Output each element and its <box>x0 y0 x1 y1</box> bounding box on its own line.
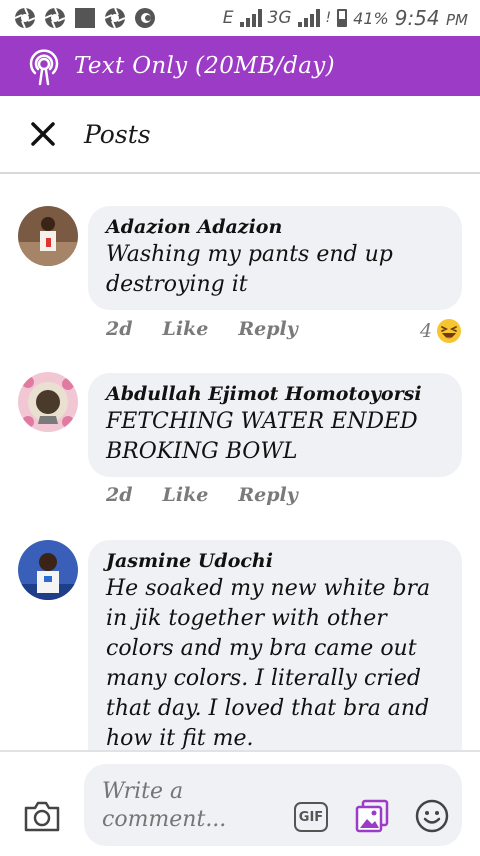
battery-percent: 41% <box>353 8 389 28</box>
comment-input-box[interactable]: GIF <box>84 764 462 846</box>
comment-text: FETCHING WATER ENDED BROKING BOWL <box>106 409 418 464</box>
signal-icon <box>239 9 262 27</box>
clock-ampm: PM <box>446 11 468 29</box>
signal-icon <box>297 9 320 27</box>
camera-icon[interactable] <box>22 798 62 834</box>
smiley-icon[interactable] <box>414 798 450 834</box>
comment-input[interactable] <box>102 778 282 838</box>
comment-actions: 2d Like Reply <box>106 484 298 506</box>
comment-bubble[interactable]: Adazion Adazion Washing my pants end up … <box>88 206 462 310</box>
status-bar: E 3G ! 41% 9:54 PM <box>0 0 480 36</box>
comment-author[interactable]: Jasmine Udochi <box>106 548 444 574</box>
avatar[interactable] <box>18 372 78 432</box>
app-c-icon <box>135 8 155 28</box>
aperture-icon <box>104 7 126 29</box>
posts-header: Posts <box>0 96 480 174</box>
avatar[interactable] <box>18 206 78 266</box>
gif-button[interactable]: GIF <box>294 802 328 832</box>
comment-time: 2d <box>106 484 133 506</box>
broadcast-icon <box>29 49 59 86</box>
clock-time: 9:54 <box>394 6 440 30</box>
reaction-summary[interactable]: 4 <box>420 318 462 344</box>
status-right: E 3G ! 41% 9:54 PM <box>223 6 480 30</box>
aperture-icon <box>44 7 66 29</box>
like-button[interactable]: Like <box>163 484 209 506</box>
data-activity-icon: ! <box>325 10 332 26</box>
comments-list[interactable]: Adazion Adazion Washing my pants end up … <box>0 174 480 750</box>
text-only-banner[interactable]: Text Only (20MB/day) <box>0 36 480 96</box>
comment-composer: GIF <box>0 750 480 856</box>
avatar[interactable] <box>18 540 78 600</box>
comment-text: Washing my pants end up destroying it <box>106 242 393 297</box>
comment-bubble[interactable]: Jasmine Udochi He soaked my new white br… <box>88 540 462 750</box>
comment-author[interactable]: Abdullah Ejimot Homotoyorsi <box>106 381 444 407</box>
network-type-2: 3G <box>267 8 292 28</box>
banner-label: Text Only (20MB/day) <box>74 53 335 79</box>
page-title: Posts <box>84 119 151 149</box>
photo-icon[interactable] <box>354 798 390 834</box>
square-icon <box>75 8 95 28</box>
comment-bubble[interactable]: Abdullah Ejimot Homotoyorsi FETCHING WAT… <box>88 373 462 477</box>
aperture-icon <box>14 7 36 29</box>
network-type: E <box>222 8 234 28</box>
reply-button[interactable]: Reply <box>238 484 297 506</box>
comment-time: 2d <box>106 318 133 340</box>
close-icon[interactable] <box>28 119 58 149</box>
comment-actions: 2d Like Reply <box>106 318 298 340</box>
reply-button[interactable]: Reply <box>238 318 297 340</box>
reaction-count: 4 <box>420 320 433 342</box>
notification-icons <box>0 7 156 29</box>
clock: 9:54 PM <box>395 6 468 30</box>
comment-author[interactable]: Adazion Adazion <box>106 214 444 240</box>
battery-icon <box>337 9 348 27</box>
comment-text: He soaked my new white bra in jik togeth… <box>106 576 431 750</box>
like-button[interactable]: Like <box>163 318 209 340</box>
laughing-emoji-icon <box>437 319 462 343</box>
